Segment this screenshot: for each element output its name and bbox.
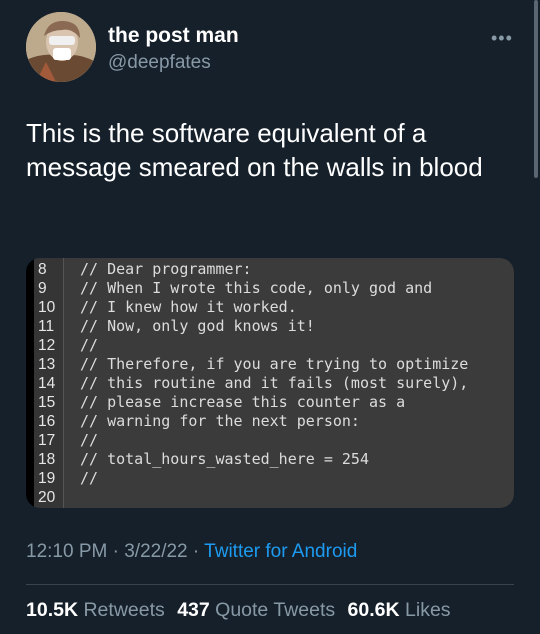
code-line: 19 //: [34, 469, 468, 488]
meta-separator: ·: [187, 541, 205, 562]
tweet-source-link[interactable]: Twitter for Android: [204, 541, 357, 562]
code-line: 20: [34, 488, 468, 507]
line-number: 20: [38, 489, 56, 506]
tweet-date[interactable]: 3/22/22: [124, 541, 187, 562]
line-number: 8: [38, 261, 47, 278]
line-number: 15: [38, 394, 56, 411]
code-text: //: [80, 431, 99, 449]
code-line: 10 // I knew how it worked.: [34, 298, 468, 317]
code-text: // Therefore, if you are trying to optim…: [80, 355, 469, 373]
code-text: // this routine and it fails (most surel…: [80, 374, 469, 392]
code-line: 13 // Therefore, if you are trying to opt…: [34, 355, 468, 374]
divider: [26, 584, 514, 585]
code-text: //: [80, 336, 99, 354]
line-number: 16: [38, 413, 56, 430]
code-line: 9 // When I wrote this code, only god and: [34, 279, 468, 298]
code-line: 8 // Dear programmer:: [34, 260, 468, 279]
line-number: 18: [38, 451, 56, 468]
code-line: 18 // total_hours_wasted_here = 254: [34, 450, 468, 469]
tweet-meta: 12:10 PM · 3/22/22 · Twitter for Android: [26, 541, 357, 563]
code-line: 12 //: [34, 336, 468, 355]
scrollbar[interactable]: [534, 0, 538, 178]
retweets-count: 10.5K: [26, 599, 79, 621]
likes-label: Likes: [405, 599, 451, 621]
code-line: 15 // please increase this counter as a: [34, 393, 468, 412]
quote-tweets-count: 437: [177, 599, 210, 621]
quote-tweets-stat[interactable]: 437 Quote Tweets: [177, 599, 335, 621]
tweet-time[interactable]: 12:10 PM: [26, 541, 107, 562]
line-number: 10: [38, 299, 56, 316]
line-number: 11: [38, 318, 55, 335]
line-number: 17: [38, 432, 56, 449]
line-number: 19: [38, 470, 56, 487]
avatar[interactable]: [26, 12, 96, 82]
line-number: 12: [38, 337, 56, 354]
code-text: // warning for the next person:: [80, 412, 360, 430]
code-line: 11 // Now, only god knows it!: [34, 317, 468, 336]
author-name[interactable]: the post man: [108, 24, 239, 48]
code-text: // When I wrote this code, only god and: [80, 279, 433, 297]
code-text: // I knew how it worked.: [80, 298, 297, 316]
code-line: 16 // warning for the next person:: [34, 412, 468, 431]
line-number: 9: [38, 280, 47, 297]
code-lines: 8 // Dear programmer: 9 // When I wrote thi…: [34, 260, 468, 507]
code-text: //: [80, 469, 99, 487]
code-text: // Now, only god knows it!: [80, 317, 315, 335]
likes-count: 60.6K: [347, 599, 400, 621]
quote-tweets-label: Quote Tweets: [215, 599, 336, 621]
tweet-text: This is the software equivalent of a mes…: [26, 118, 483, 182]
code-text: // total_hours_wasted_here = 254: [80, 450, 369, 468]
likes-stat[interactable]: 60.6K Likes: [348, 599, 451, 621]
line-number: 14: [38, 375, 56, 392]
code-editor-area: 8 // Dear programmer: 9 // When I wrote thi…: [34, 258, 514, 508]
tweet-stats: 10.5K Retweets 437 Quote Tweets 60.6K Li…: [26, 599, 451, 622]
code-text: // Dear programmer:: [80, 260, 252, 278]
retweets-stat[interactable]: 10.5K Retweets: [26, 599, 165, 621]
code-screenshot-image[interactable]: 8 // Dear programmer: 9 // When I wrote thi…: [26, 258, 514, 508]
avatar-image: [26, 12, 96, 82]
line-number: 13: [38, 356, 56, 373]
retweets-label: Retweets: [83, 599, 165, 621]
meta-separator: ·: [107, 541, 125, 562]
author-handle[interactable]: @deepfates: [108, 52, 211, 74]
code-text: // please increase this counter as a: [80, 393, 406, 411]
code-line: 14 // this routine and it fails (most sur…: [34, 374, 468, 393]
code-line: 17 //: [34, 431, 468, 450]
more-options-icon[interactable]: •••: [491, 28, 513, 49]
